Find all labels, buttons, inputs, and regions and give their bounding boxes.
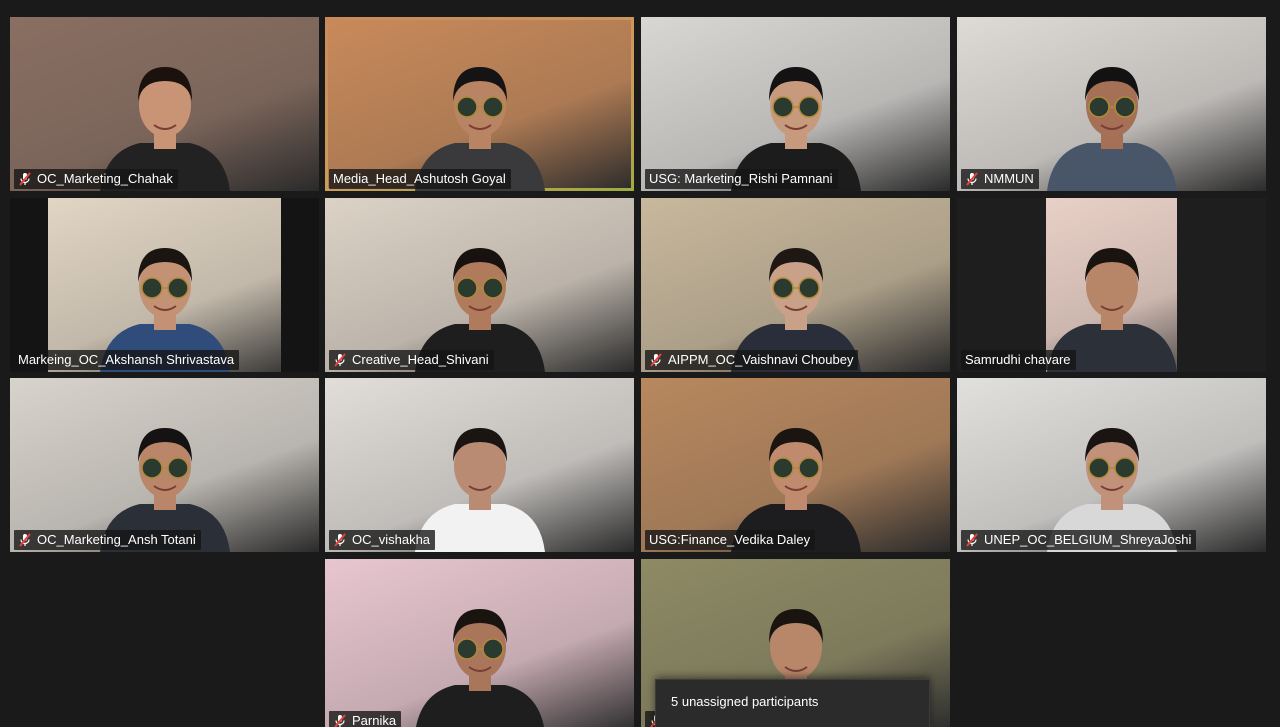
participant-name-tag: Markeing_OC_Akshansh Shrivastava — [14, 350, 240, 370]
participant-tile[interactable]: Media_Head_Ashutosh Goyal — [325, 17, 634, 191]
participant-name-tag: NMMUN — [961, 169, 1039, 189]
participant-name-tag: OC_vishakha — [329, 530, 436, 550]
muted-mic-icon — [333, 353, 347, 367]
participant-tile[interactable]: OC_vishakha — [325, 378, 634, 552]
muted-mic-icon — [965, 533, 979, 547]
participant-name: OC_Marketing_Ansh Totani — [37, 532, 196, 547]
participant-tile[interactable]: USG: Marketing_Rishi Pamnani — [641, 17, 950, 191]
participant-name-tag: UNEP_OC_BELGIUM_ShreyaJoshi — [961, 530, 1197, 550]
participant-name-tag: AIPPM_OC_Vaishnavi Choubey — [645, 350, 859, 370]
participant-name: UNEP_OC_BELGIUM_ShreyaJoshi — [984, 532, 1192, 547]
participant-name-tag: Parnika — [329, 711, 402, 727]
participant-name-tag: USG:Finance_Vedika Daley — [645, 530, 816, 550]
participant-name-tag: OC_Marketing_Chahak — [14, 169, 178, 189]
participant-tile[interactable]: OC_Marketing_Chahak — [10, 17, 319, 191]
letterbox-bar — [10, 198, 48, 372]
participant-name-tag: USG: Marketing_Rishi Pamnani — [645, 169, 838, 189]
participant-name: USG: Marketing_Rishi Pamnani — [649, 171, 833, 186]
participant-tile[interactable]: Samrudhi chavare — [957, 198, 1266, 372]
muted-mic-icon — [333, 533, 347, 547]
participant-tile[interactable]: NMMUN — [957, 17, 1266, 191]
letterbox-bar — [957, 198, 1046, 372]
muted-mic-icon — [18, 533, 32, 547]
participant-name: Samrudhi chavare — [965, 352, 1071, 367]
participant-name-tag: Samrudhi chavare — [961, 350, 1076, 370]
participant-video — [405, 583, 555, 727]
participant-name: OC_vishakha — [352, 532, 431, 547]
participant-tile[interactable]: Parnika — [325, 559, 634, 727]
participant-name: NMMUN — [984, 171, 1034, 186]
letterbox-bar — [281, 198, 319, 372]
participant-tile[interactable]: Markeing_OC_Akshansh Shrivastava — [10, 198, 319, 372]
muted-mic-icon — [649, 353, 663, 367]
participant-name: Media_Head_Ashutosh Goyal — [333, 171, 506, 186]
participant-tile[interactable]: OC_Marketing_Ansh Totani — [10, 378, 319, 552]
participant-tile[interactable]: UNEP_OC_BELGIUM_ShreyaJoshi — [957, 378, 1266, 552]
muted-mic-icon — [965, 172, 979, 186]
letterbox-bar — [1177, 198, 1266, 372]
muted-mic-icon — [333, 714, 347, 727]
participant-tile[interactable]: AIPPM_OC_Vaishnavi Choubey — [641, 198, 950, 372]
gallery-view: OC_Marketing_Chahak Media_Head_Ashutosh G… — [0, 0, 1280, 727]
participant-name: Parnika — [352, 713, 397, 727]
participant-name: Markeing_OC_Akshansh Shrivastava — [18, 352, 235, 367]
participant-tile[interactable]: Creative_Head_Shivani — [325, 198, 634, 372]
toast-text: 5 unassigned participants — [671, 694, 819, 709]
unassigned-participants-toast[interactable]: 5 unassigned participants — [655, 679, 930, 727]
participant-name: Creative_Head_Shivani — [352, 352, 489, 367]
participant-name: OC_Marketing_Chahak — [37, 171, 173, 186]
participant-name-tag: Creative_Head_Shivani — [329, 350, 494, 370]
participant-name: AIPPM_OC_Vaishnavi Choubey — [668, 352, 854, 367]
participant-video — [1037, 41, 1187, 191]
participant-name-tag: OC_Marketing_Ansh Totani — [14, 530, 201, 550]
participant-name-tag: Media_Head_Ashutosh Goyal — [329, 169, 511, 189]
muted-mic-icon — [18, 172, 32, 186]
participant-tile[interactable]: USG:Finance_Vedika Daley — [641, 378, 950, 552]
participant-name: USG:Finance_Vedika Daley — [649, 532, 811, 547]
